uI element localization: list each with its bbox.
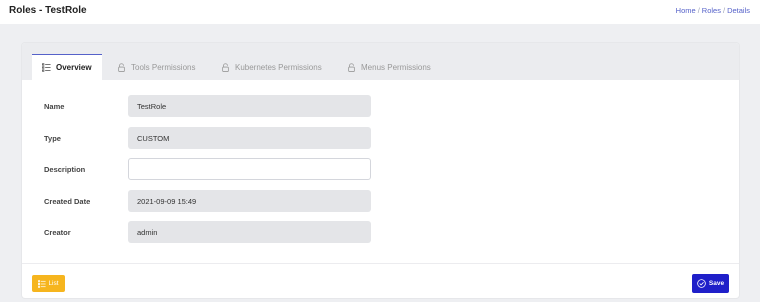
tab-label: Menus Permissions xyxy=(361,62,431,72)
creator-field: admin xyxy=(128,221,371,243)
creator-row: Creator admin xyxy=(22,221,739,243)
breadcrumb-roles[interactable]: Roles xyxy=(702,6,721,15)
tab-tools-permissions[interactable]: Tools Permissions xyxy=(117,54,195,80)
list-button-label: List xyxy=(48,280,59,287)
name-row: Name TestRole xyxy=(22,95,739,117)
lock-icon xyxy=(222,62,229,72)
breadcrumb: Home / Roles / Details xyxy=(676,6,750,15)
created-date-label: Created Date xyxy=(44,197,91,206)
breadcrumb-separator: / xyxy=(697,6,700,15)
description-label: Description xyxy=(44,165,86,174)
name-label: Name xyxy=(44,102,65,111)
type-field: CUSTOM xyxy=(128,127,371,149)
created-date-field: 2021-09-09 15:49 xyxy=(128,190,371,212)
save-button-label: Save xyxy=(708,280,725,287)
lock-icon xyxy=(348,62,355,72)
footer-divider xyxy=(22,263,739,264)
check-circle-icon xyxy=(697,279,706,288)
creator-label: Creator xyxy=(44,228,71,237)
description-input[interactable] xyxy=(128,158,371,180)
list-icon xyxy=(42,63,51,72)
breadcrumb-home[interactable]: Home xyxy=(676,6,696,15)
tab-label: Kubernetes Permissions xyxy=(235,62,322,72)
tab-kubernetes-permissions[interactable]: Kubernetes Permissions xyxy=(221,54,322,80)
list-button[interactable]: List xyxy=(32,275,65,292)
breadcrumb-separator: / xyxy=(722,6,726,15)
tab-bar: Overview Tools Permissions Kubernetes Pe… xyxy=(22,43,739,80)
created-date-row: Created Date 2021-09-09 15:49 xyxy=(22,190,739,212)
role-details-card: Overview Tools Permissions Kubernetes Pe… xyxy=(22,43,739,298)
name-field: TestRole xyxy=(128,95,371,117)
lock-icon xyxy=(118,62,125,72)
top-bar: Roles - TestRole Home / Roles / Details xyxy=(0,0,760,24)
description-row: Description xyxy=(22,158,739,180)
tab-overview[interactable]: Overview xyxy=(32,54,102,80)
breadcrumb-details: Details xyxy=(727,6,750,15)
type-label: Type xyxy=(44,134,61,143)
page-title: Roles - TestRole xyxy=(9,5,87,16)
type-row: Type CUSTOM xyxy=(22,127,739,149)
save-button[interactable]: Save xyxy=(692,274,729,293)
tab-label: Overview xyxy=(56,63,92,72)
tab-label: Tools Permissions xyxy=(131,62,196,72)
tab-menus-permissions[interactable]: Menus Permissions xyxy=(347,54,431,80)
list-icon xyxy=(38,279,47,288)
